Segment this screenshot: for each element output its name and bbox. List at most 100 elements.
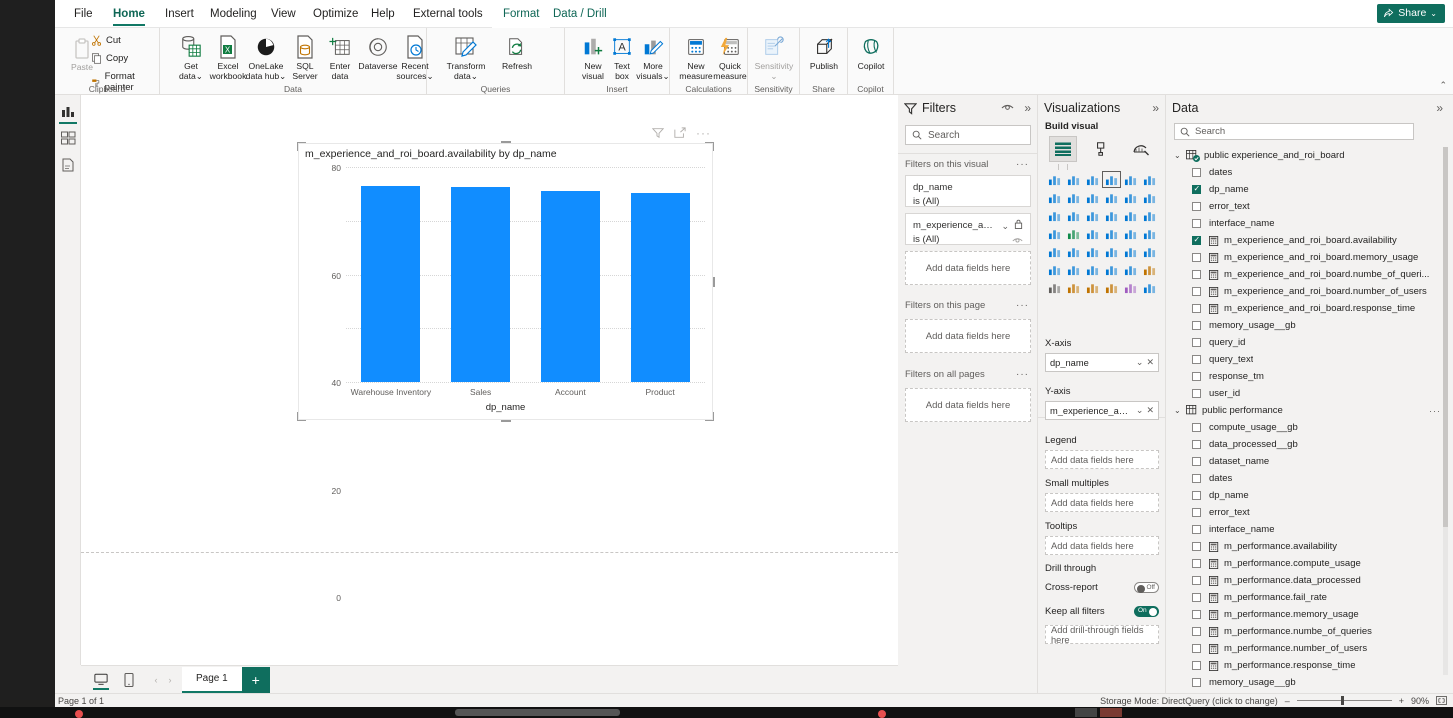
- field-item[interactable]: dates: [1166, 164, 1453, 181]
- stacked-area-chart-visual-button[interactable]: [1083, 189, 1102, 206]
- focus-mode-icon[interactable]: [674, 127, 686, 139]
- field-checkbox[interactable]: [1192, 270, 1201, 279]
- resize-handle-tl-h[interactable]: [297, 142, 306, 143]
- format-visual-tab[interactable]: [1088, 136, 1116, 162]
- field-checkbox[interactable]: [1192, 593, 1201, 602]
- field-checkbox[interactable]: [1192, 355, 1201, 364]
- well-dropzone-legend[interactable]: Add data fields here: [1045, 450, 1159, 469]
- field-checkbox[interactable]: [1192, 219, 1201, 228]
- treemap-visual-button[interactable]: [1045, 225, 1064, 242]
- area-chart-visual-button[interactable]: [1064, 189, 1083, 206]
- multi-row-card-visual-button[interactable]: [1045, 243, 1064, 260]
- filter-card-dp-name[interactable]: dp_name is (All): [905, 175, 1031, 207]
- matrix-visual-button[interactable]: [1121, 243, 1140, 260]
- field-item[interactable]: m_experience_and_roi_board.numbe_of_quer…: [1166, 266, 1453, 283]
- analytics-tab[interactable]: [1127, 136, 1155, 162]
- model-view-button[interactable]: [58, 155, 78, 175]
- field-item[interactable]: compute_usage__gb: [1166, 419, 1453, 436]
- filters-visual-dropzone[interactable]: Add data fields here: [905, 251, 1031, 285]
- field-item[interactable]: m_performance.memory_usage: [1166, 606, 1453, 623]
- field-checkbox[interactable]: [1192, 440, 1201, 449]
- field-item[interactable]: memory_usage__gb: [1166, 674, 1453, 687]
- hide-filter-eye-icon[interactable]: [1012, 236, 1023, 245]
- field-item[interactable]: dp_name: [1166, 181, 1453, 198]
- field-checkbox[interactable]: [1192, 644, 1201, 653]
- filters-section-menu-visual[interactable]: ···: [1016, 159, 1029, 170]
- field-checkbox[interactable]: [1192, 234, 1201, 246]
- field-item[interactable]: error_text: [1166, 504, 1453, 521]
- mobile-layout-button[interactable]: [117, 667, 141, 693]
- field-item[interactable]: error_text: [1166, 198, 1453, 215]
- collapse-data-pane-icon[interactable]: »: [1436, 102, 1443, 114]
- resize-handle-top[interactable]: [500, 141, 511, 143]
- field-checkbox[interactable]: [1192, 202, 1201, 211]
- qa-visual-visual-button[interactable]: [1102, 261, 1121, 278]
- line-stacked-column-chart-visual-button[interactable]: [1102, 189, 1121, 206]
- card-visual-button[interactable]: [1140, 225, 1159, 242]
- kpi-visual-button[interactable]: [1064, 243, 1083, 260]
- power-apps-visual-button[interactable]: [1064, 279, 1083, 296]
- filters-search-input[interactable]: Search: [905, 125, 1031, 145]
- stacked-bar-chart-visual-button[interactable]: [1045, 171, 1064, 188]
- filters-all-pages-dropzone[interactable]: Add data fields here: [905, 388, 1031, 422]
- visual-type-gallery[interactable]: [1045, 171, 1159, 296]
- field-item[interactable]: dp_name: [1166, 487, 1453, 504]
- desktop-layout-button[interactable]: [89, 667, 113, 693]
- donut-chart-visual-button[interactable]: [1140, 207, 1159, 224]
- well-chevron-icon[interactable]: ⌄: [1136, 405, 1144, 416]
- copy-button[interactable]: Copy: [91, 53, 128, 64]
- field-item[interactable]: m_performance.compute_usage: [1166, 555, 1453, 572]
- field-item[interactable]: data_processed__gb: [1166, 436, 1453, 453]
- onelake-data-hub-button[interactable]: OneLake data hub⌄: [244, 33, 288, 81]
- bar-warehouse-inventory[interactable]: [361, 185, 421, 382]
- field-checkbox[interactable]: [1192, 508, 1201, 517]
- field-checkbox[interactable]: [1192, 542, 1201, 551]
- narrative-visual-button[interactable]: [1121, 261, 1140, 278]
- prev-page-button[interactable]: ‹: [149, 675, 163, 685]
- collapse-ribbon-button[interactable]: ⌃: [1439, 80, 1447, 91]
- waterfall-chart-visual-button[interactable]: [1045, 207, 1064, 224]
- field-item[interactable]: memory_usage__gb: [1166, 317, 1453, 334]
- paginated-report-visual-button[interactable]: [1045, 279, 1064, 296]
- field-checkbox[interactable]: [1192, 372, 1201, 381]
- publish-button[interactable]: Publish: [802, 33, 846, 71]
- funnel-chart-2-visual-button[interactable]: [1083, 207, 1102, 224]
- field-checkbox[interactable]: [1192, 389, 1201, 398]
- zoom-in-button[interactable]: +: [1399, 696, 1404, 706]
- field-item[interactable]: m_experience_and_roi_board.memory_usage: [1166, 249, 1453, 266]
- cross-report-toggle[interactable]: Off: [1134, 582, 1159, 593]
- field-checkbox[interactable]: [1192, 661, 1201, 670]
- field-checkbox[interactable]: [1192, 610, 1201, 619]
- well-remove-icon[interactable]: ✕: [1146, 405, 1154, 416]
- resize-handle-right[interactable]: [713, 276, 715, 287]
- refresh-button[interactable]: Refresh: [495, 33, 539, 71]
- ribbon-tab-file[interactable]: File: [63, 0, 104, 28]
- pct-stacked-column-chart-visual-button[interactable]: [1140, 171, 1159, 188]
- zoom-charts-visual-button[interactable]: [1140, 279, 1159, 296]
- lock-icon[interactable]: [1014, 219, 1023, 229]
- build-visual-tab[interactable]: [1049, 136, 1078, 162]
- field-checkbox[interactable]: [1192, 559, 1201, 568]
- field-checkbox[interactable]: [1192, 168, 1201, 177]
- field-item[interactable]: m_performance.numbe_of_queries: [1166, 623, 1453, 640]
- zoom-slider[interactable]: [1296, 696, 1392, 706]
- more-visuals-button[interactable]: More visuals⌄: [631, 33, 675, 81]
- field-item[interactable]: m_performance.fail_rate: [1166, 589, 1453, 606]
- field-item[interactable]: m_performance.number_of_users: [1166, 640, 1453, 657]
- ribbon-tab-home[interactable]: Home: [102, 0, 156, 28]
- field-item[interactable]: query_id: [1166, 334, 1453, 351]
- field-item[interactable]: interface_name: [1166, 521, 1453, 538]
- well-remove-icon[interactable]: ✕: [1146, 357, 1154, 368]
- ribbon-tab-external-tools[interactable]: External tools: [402, 0, 494, 28]
- report-page-surface[interactable]: ··· m_experience_and_roi_board.availabil…: [81, 95, 898, 603]
- field-checkbox[interactable]: [1192, 457, 1201, 466]
- ribbon-tab-insert[interactable]: Insert: [154, 0, 205, 28]
- ribbon-tab-view[interactable]: View: [260, 0, 307, 28]
- field-item[interactable]: query_text: [1166, 351, 1453, 368]
- expand-chevron-icon[interactable]: ⌄: [1174, 151, 1186, 160]
- field-item[interactable]: m_experience_and_roi_board.response_time: [1166, 300, 1453, 317]
- field-checkbox[interactable]: [1192, 627, 1201, 636]
- fit-to-page-icon[interactable]: [1436, 696, 1447, 705]
- map-visual-button[interactable]: [1064, 225, 1083, 242]
- ribbon-tab-data-drill[interactable]: Data / Drill: [542, 0, 618, 28]
